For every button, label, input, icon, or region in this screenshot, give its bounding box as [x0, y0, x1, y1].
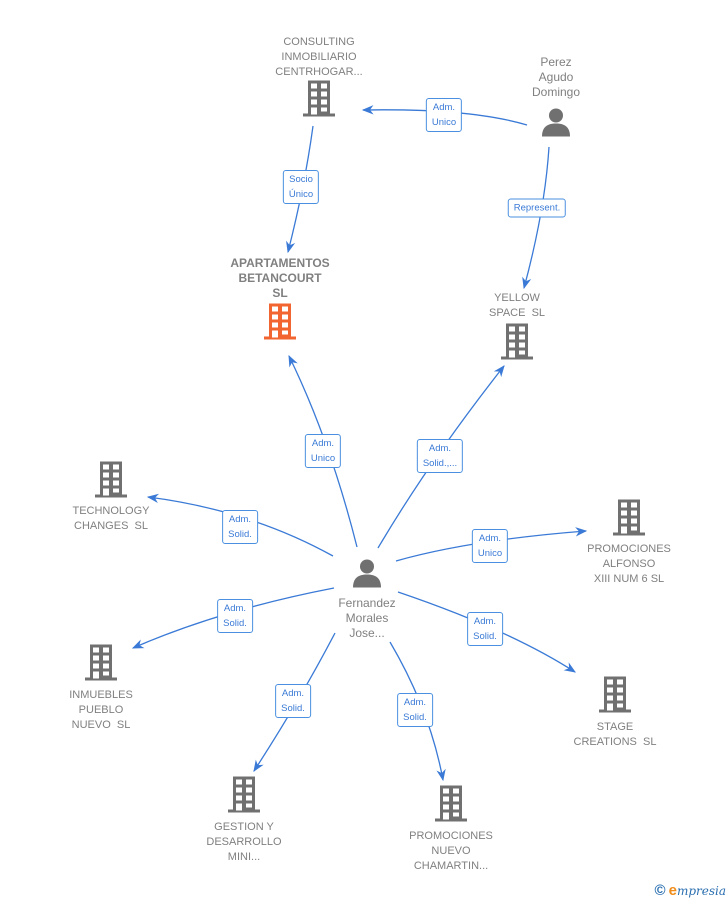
edge-label-line: Solid. — [228, 529, 252, 540]
edge-label-line: Represent. — [513, 202, 561, 214]
edge-label[interactable]: Adm. Solid. — [217, 599, 253, 633]
node-label-line: XIII NUM 6 SL — [593, 573, 665, 585]
edge-label[interactable]: Adm. Solid. — [467, 612, 503, 646]
edge-label-line: Unico — [477, 548, 503, 559]
edge-label[interactable]: Adm. Solid. — [397, 693, 433, 727]
edge-label-line: Adm. — [432, 102, 456, 113]
node-label-fernandez[interactable]: Fernandez Morales Jose... — [338, 596, 395, 641]
edge-label-line: Socio — [289, 174, 313, 185]
edge-label-line: Solid. — [473, 631, 497, 642]
edge-label-line: Adm. — [473, 616, 497, 627]
node-label-line: INMOBILIARIO — [281, 51, 357, 63]
node-label-line: STAGE — [596, 721, 634, 733]
edge-label[interactable]: Adm. Solid. — [275, 684, 311, 718]
building-icon[interactable] — [501, 323, 533, 365]
building-icon[interactable] — [228, 776, 260, 818]
node-label-line: SPACE SL — [488, 307, 546, 319]
node-label-gestion[interactable]: GESTION Y DESARROLLO MINI... — [206, 820, 281, 865]
node-label-line: NUEVO SL — [71, 719, 131, 731]
node-label-line: YELLOW — [494, 292, 540, 304]
node-label-line: ALFONSO — [602, 558, 656, 570]
edge-label[interactable]: Adm. Unico — [471, 529, 509, 563]
edge-label-line: Solid. — [281, 703, 305, 714]
building-icon[interactable] — [599, 676, 631, 718]
node-label-line: CENTRHOGAR... — [275, 66, 363, 78]
node-label-line: SL — [272, 286, 288, 300]
edge-label-line: Solid. — [223, 618, 247, 629]
node-label-line: GESTION Y — [214, 821, 274, 833]
person-icon[interactable] — [541, 107, 571, 142]
empresia-watermark: © e mpresia — [655, 882, 726, 899]
node-label-promo_chamartin[interactable]: PROMOCIONES NUEVO CHAMARTIN... — [409, 829, 493, 874]
edge-label[interactable]: Adm. Solid. — [222, 510, 258, 544]
node-label-line: BETANCOURT — [238, 271, 322, 285]
node-label-line: CHAMARTIN... — [413, 860, 489, 872]
node-label-line: Agudo — [538, 70, 574, 84]
node-label-line: CHANGES SL — [74, 520, 148, 532]
edge-label-line: Solid.,... — [422, 458, 458, 469]
node-label-promo_alfonso[interactable]: PROMOCIONES ALFONSO XIII NUM 6 SL — [587, 542, 671, 587]
person-icon[interactable] — [352, 558, 382, 593]
node-label-line: NUEVO — [431, 845, 471, 857]
edge-label[interactable]: Adm. Unico — [304, 434, 342, 468]
edge-label-line: Unico — [431, 117, 457, 128]
building-icon[interactable] — [264, 303, 296, 345]
node-label-line: Domingo — [531, 85, 581, 99]
building-icon[interactable] — [613, 499, 645, 541]
node-label-technology[interactable]: TECHNOLOGY CHANGES SL — [72, 504, 149, 534]
edge-label-line: Adm. — [223, 603, 247, 614]
edge-label-line: Adm. — [478, 533, 502, 544]
node-label-line: CONSULTING — [283, 36, 355, 48]
edge-label-line: Único — [288, 189, 314, 200]
node-label-inmuebles[interactable]: INMUEBLES PUEBLO NUEVO SL — [69, 688, 133, 733]
edge-label[interactable]: Represent. — [507, 198, 567, 218]
node-label-perez[interactable]: Perez Agudo Domingo — [532, 55, 580, 100]
building-icon[interactable] — [435, 785, 467, 827]
node-label-line: CREATIONS SL — [573, 736, 657, 748]
node-label-line: PROMOCIONES — [587, 543, 671, 555]
node-label-line: INMUEBLES — [69, 689, 133, 701]
building-icon[interactable] — [303, 80, 335, 122]
node-label-line: Jose... — [349, 626, 385, 640]
node-label-line: APARTAMENTOS — [230, 256, 330, 270]
node-label-yellow[interactable]: YELLOW SPACE SL — [489, 291, 545, 321]
edge-label[interactable]: Adm. Solid.,... — [416, 439, 464, 473]
node-label-line: Perez — [540, 55, 572, 69]
node-label-line: PROMOCIONES — [409, 830, 493, 842]
edge-label[interactable]: Socio Único — [282, 170, 320, 204]
edge-label-line: Adm. — [428, 443, 452, 454]
edge-label-line: Solid. — [403, 712, 427, 723]
edge-label[interactable]: Adm. Unico — [425, 98, 463, 132]
node-label-apartamentos[interactable]: APARTAMENTOS BETANCOURT SL — [230, 256, 329, 301]
edge-label-line: Adm. — [403, 697, 427, 708]
relationship-graph — [131, 105, 588, 782]
node-label-line: Morales — [345, 611, 389, 625]
edge-label-line: Adm. — [281, 688, 305, 699]
node-label-line: TECHNOLOGY — [72, 505, 150, 517]
node-label-line: DESARROLLO — [206, 836, 282, 848]
edge-label-line: Adm. — [311, 438, 335, 449]
node-label-consulting[interactable]: CONSULTING INMOBILIARIO CENTRHOGAR... — [275, 35, 362, 80]
copyright-icon: © — [654, 882, 666, 899]
edge-perez-to-yellow — [522, 146, 550, 290]
building-icon[interactable] — [95, 461, 127, 503]
node-label-line: MINI... — [227, 851, 261, 863]
edge-label-line: Adm. — [228, 514, 252, 525]
brand-logo-text: mpresia — [676, 883, 726, 898]
node-label-stage[interactable]: STAGE CREATIONS SL — [574, 720, 657, 750]
edge-label-line: Unico — [310, 453, 336, 464]
brand-logo-initial: e — [668, 882, 677, 899]
node-label-line: Fernandez — [338, 596, 396, 610]
building-icon[interactable] — [85, 644, 117, 686]
node-label-line: PUEBLO — [78, 704, 124, 716]
